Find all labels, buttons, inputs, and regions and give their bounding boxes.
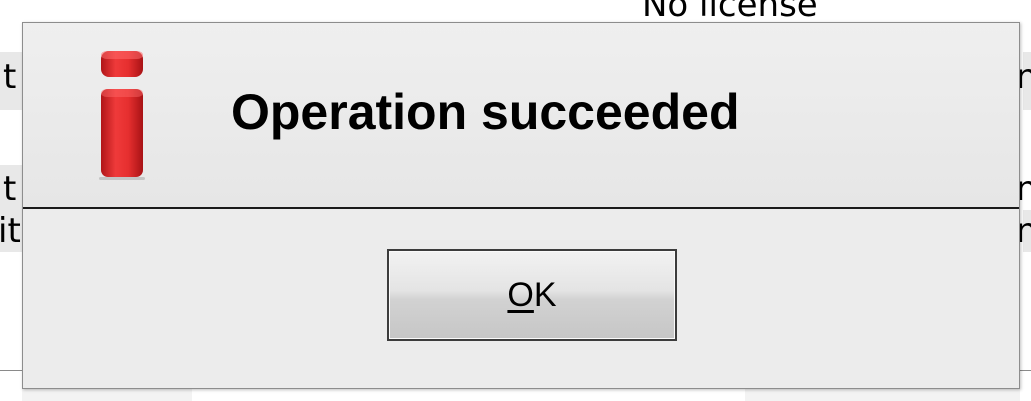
dialog-message-area: Operation succeeded [23, 23, 1019, 208]
message-dialog: Operation succeeded OK [22, 22, 1020, 389]
dialog-message: Operation succeeded [231, 84, 740, 140]
ok-button-label-rest: K [533, 275, 557, 314]
ok-button-mnemonic: O [507, 275, 534, 314]
background-row-text: it [0, 211, 21, 251]
background-divider [0, 370, 24, 371]
background-row-text: t [3, 169, 17, 209]
ok-button[interactable]: OK [387, 249, 677, 341]
ok-button-label: OK [507, 276, 556, 315]
background-header-text: No license [642, 0, 818, 25]
dialog-button-area: OK [23, 209, 1019, 388]
background-row-text: t [3, 57, 17, 97]
screen: No license t t it n n n Operation succee… [0, 0, 1031, 401]
info-icon [99, 51, 145, 180]
